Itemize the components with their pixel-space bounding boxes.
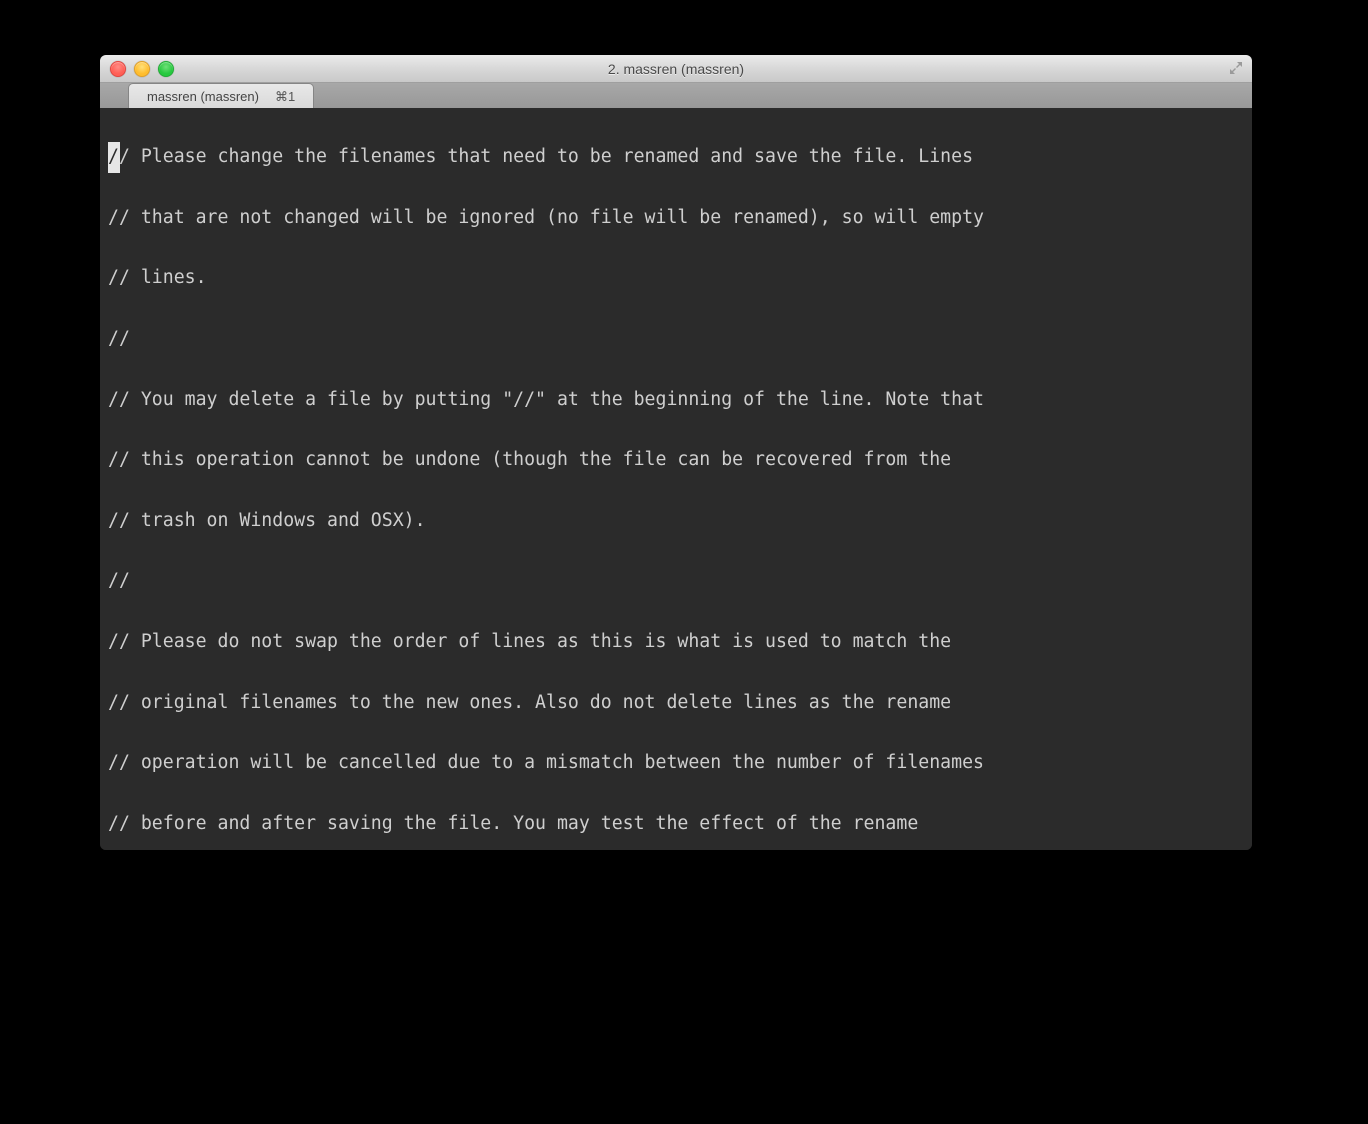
comment-line: // before and after saving the file. You…	[108, 809, 1244, 839]
comment-line: // operation will be cancelled due to a …	[108, 748, 1244, 778]
comment-line: // original filenames to the new ones. A…	[108, 688, 1244, 718]
zoom-button[interactable]	[158, 61, 174, 77]
tab-spacer	[100, 83, 128, 108]
tab-bar: massren (massren) ⌘1	[100, 83, 1252, 109]
minimize-button[interactable]	[134, 61, 150, 77]
comment-line: // this operation cannot be undone (thou…	[108, 445, 1244, 475]
comment-line: //	[108, 566, 1244, 596]
comment-line: //	[108, 324, 1244, 354]
comment-line: // lines.	[108, 263, 1244, 293]
comment-line: // Please change the filenames that need…	[108, 146, 973, 167]
tab-label: massren (massren)	[147, 89, 259, 104]
comment-line: // You may delete a file by putting "//"…	[108, 385, 1244, 415]
close-button[interactable]	[110, 61, 126, 77]
tab-shortcut: ⌘1	[275, 89, 295, 105]
comment-line: // trash on Windows and OSX).	[108, 506, 1244, 536]
window-title: 2. massren (massren)	[100, 61, 1252, 77]
terminal-viewport[interactable]: /// Please change the filenames that nee…	[100, 108, 1252, 850]
window-controls	[110, 61, 174, 77]
comment-line: // Please do not swap the order of lines…	[108, 627, 1244, 657]
fullscreen-icon[interactable]	[1228, 60, 1244, 76]
terminal-window: 2. massren (massren) massren (massren) ⌘…	[100, 55, 1252, 850]
window-titlebar: 2. massren (massren)	[100, 55, 1252, 83]
text-cursor: /	[108, 142, 120, 172]
tab-massren[interactable]: massren (massren) ⌘1	[128, 83, 314, 109]
comment-line: // that are not changed will be ignored …	[108, 203, 1244, 233]
